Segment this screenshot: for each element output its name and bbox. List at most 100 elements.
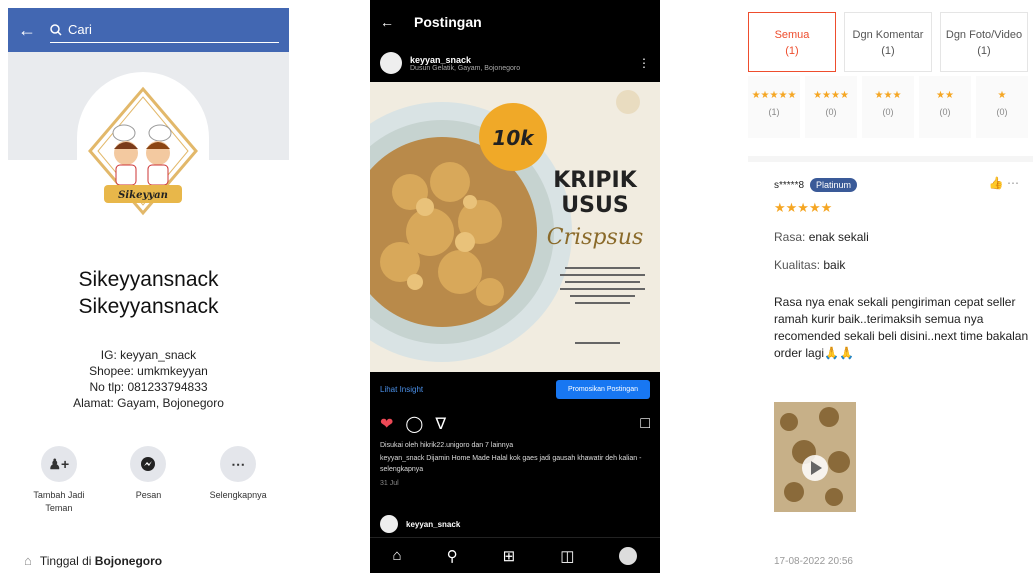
avatar[interactable]	[380, 52, 402, 74]
headline-2: USUS	[561, 193, 628, 218]
shopee-reviews-panel: Semua (1) Dgn Komentar (1) Dgn Foto/Vide…	[748, 0, 1033, 573]
filter-count: (1)	[881, 45, 895, 57]
bottom-nav: ⌂ ⚲ ⊞ ◫	[370, 537, 660, 573]
filter-all[interactable]: Semua (1)	[748, 12, 836, 72]
create-icon[interactable]: ⊞	[503, 547, 516, 565]
post-header: keyyan_snack Dusun Gelatik, Gayam, Bojon…	[370, 44, 660, 82]
reviewer-name: s*****8	[774, 179, 805, 191]
facebook-profile-panel: ← Cari Sikeyyan Sikeyyansnack Sikeyyansn…	[8, 8, 289, 573]
back-arrow-icon[interactable]: ←	[18, 20, 44, 41]
bookmark-icon[interactable]: □	[640, 415, 650, 433]
star-filters: ★★★★★ (1) ★★★★ (0) ★★★ (0) ★★ (0) ★ (0)	[748, 76, 1033, 138]
more-label: Selengkapnya	[209, 490, 267, 500]
review-date: 17-08-2022 20:56	[774, 556, 853, 567]
promo-bar: Lihat Insight Promosikan Postingan	[370, 376, 660, 402]
star-icons: ★★★★	[813, 90, 849, 101]
post-artwork: 10k KRIPIK USUS Crispsus	[370, 82, 660, 372]
filter-count: (1)	[785, 45, 799, 57]
review-filters: Semua (1) Dgn Komentar (1) Dgn Foto/Vide…	[748, 0, 1033, 72]
quality-row: Kualitas: baik	[774, 258, 1033, 272]
lives-in-prefix: Tinggal di	[39, 553, 95, 568]
lives-in-place[interactable]: Bojonegoro	[95, 554, 162, 568]
search-field[interactable]: Cari	[50, 17, 279, 43]
page-title: Postingan	[414, 14, 482, 30]
logo-text: Sikeyyan	[118, 190, 168, 201]
add-friend-icon: ♟+	[40, 446, 77, 482]
quality-label: Kualitas:	[774, 258, 821, 272]
bio-line: Shopee: umkmkeyyan	[89, 364, 208, 378]
star-filter-5[interactable]: ★★★★★ (1)	[748, 76, 800, 138]
star-filter-3[interactable]: ★★★ (0)	[862, 76, 914, 138]
review-rating: ★★★★★	[774, 200, 833, 215]
taste-value: enak sekali	[808, 230, 869, 244]
name-line-1: Sikeyyansnack	[78, 268, 219, 291]
instagram-post-panel: ← Postingan keyyan_snack Dusun Gelatik, …	[370, 0, 660, 573]
message-label: Pesan	[135, 490, 162, 500]
star-icons: ★	[997, 90, 1007, 101]
star-filter-4[interactable]: ★★★★ (0)	[805, 76, 857, 138]
liked-by[interactable]: Disukai oleh hikrik22.unigoro dan 7 lain…	[380, 440, 650, 451]
video-preview	[774, 402, 856, 512]
messenger-icon	[130, 446, 167, 482]
message-button[interactable]: Pesan	[108, 446, 188, 515]
star-filter-1[interactable]: ★ (0)	[976, 76, 1028, 138]
quality-value: baik	[823, 258, 846, 272]
review-video-thumbnail[interactable]	[774, 402, 856, 512]
star-filter-2[interactable]: ★★ (0)	[919, 76, 971, 138]
home-icon: ⌂	[24, 553, 32, 568]
profile-icon[interactable]	[619, 546, 638, 565]
profile-actions: ♟+ Tambah Jadi Teman Pesan ⋯ Selengkapny…	[8, 446, 289, 515]
profile-bio: IG: keyyan_snack Shopee: umkmkeyyan No t…	[8, 347, 289, 411]
home-icon[interactable]: ⌂	[393, 547, 402, 564]
star-count: (0)	[825, 107, 837, 117]
post-image[interactable]: 10k KRIPIK USUS Crispsus	[370, 82, 660, 372]
account-location: Dusun Gelatik, Gayam, Bojonegoro	[410, 64, 521, 72]
search-icon[interactable]: ⚲	[447, 547, 458, 565]
filter-with-media[interactable]: Dgn Foto/Video (1)	[940, 12, 1028, 72]
review-text: Rasa nya enak sekali pengiriman cepat se…	[774, 295, 1029, 360]
post-actions: ❤ ◯ ∇ □	[380, 414, 650, 434]
divider	[748, 156, 1033, 162]
search-icon	[50, 23, 62, 36]
bio-line: No tlp: 081233794833	[89, 380, 208, 394]
heart-icon[interactable]: ❤	[380, 414, 393, 434]
promote-post-button[interactable]: Promosikan Postingan	[555, 379, 650, 399]
taste-row: Rasa: enak sekali	[774, 230, 1033, 244]
back-arrow-icon[interactable]: ←	[380, 14, 394, 30]
search-placeholder: Cari	[68, 22, 92, 37]
profile-picture[interactable]: Sikeyyan	[77, 72, 209, 240]
more-options-icon[interactable]: ⋮	[638, 56, 650, 70]
post-time: 31 Jul	[380, 480, 399, 487]
filter-count: (1)	[977, 45, 991, 57]
lives-in-row: ⌂ Tinggal di Bojonegoro	[24, 553, 162, 568]
taste-label: Rasa:	[774, 230, 806, 244]
name-line-2: Sikeyyansnack	[78, 295, 219, 318]
star-count: (0)	[882, 107, 894, 117]
top-bar: ← Cari	[8, 8, 289, 52]
next-post-header: keyyan_snack	[380, 515, 460, 533]
post-details: Disukai oleh hikrik22.unigoro dan 7 lain…	[380, 440, 650, 489]
script-title: Crispsus	[547, 225, 644, 250]
filter-with-comments[interactable]: Dgn Komentar (1)	[844, 12, 932, 72]
caption: keyyan_snack Dijamin Home Made Halal kok…	[380, 455, 642, 473]
star-count: (0)	[939, 107, 951, 117]
thumbs-up-icon[interactable]: 👍 ⋯	[989, 176, 1019, 190]
bio-line: Alamat: Gayam, Bojonegoro	[73, 396, 224, 410]
account-name[interactable]: keyyan_snack	[410, 55, 630, 65]
status-badge: Platinum	[810, 178, 858, 192]
filter-label: Dgn Foto/Video	[945, 29, 1023, 41]
star-icons: ★★	[936, 90, 954, 101]
sikeyyan-logo: Sikeyyan	[88, 86, 198, 216]
filter-label: Semua	[774, 29, 810, 41]
star-count: (0)	[996, 107, 1008, 117]
shop-icon[interactable]: ◫	[560, 547, 574, 565]
add-friend-button[interactable]: ♟+ Tambah Jadi Teman	[19, 446, 99, 515]
more-button[interactable]: ⋯ Selengkapnya	[198, 446, 278, 515]
view-insights-link[interactable]: Lihat Insight	[380, 385, 423, 394]
avatar[interactable]	[380, 515, 398, 533]
comment-account[interactable]: keyyan_snack	[406, 520, 460, 529]
share-icon[interactable]: ∇	[435, 414, 446, 434]
star-icons: ★★★★★	[751, 90, 797, 101]
comment-icon[interactable]: ◯	[405, 414, 423, 434]
profile-name: Sikeyyansnack Sikeyyansnack	[8, 266, 289, 320]
